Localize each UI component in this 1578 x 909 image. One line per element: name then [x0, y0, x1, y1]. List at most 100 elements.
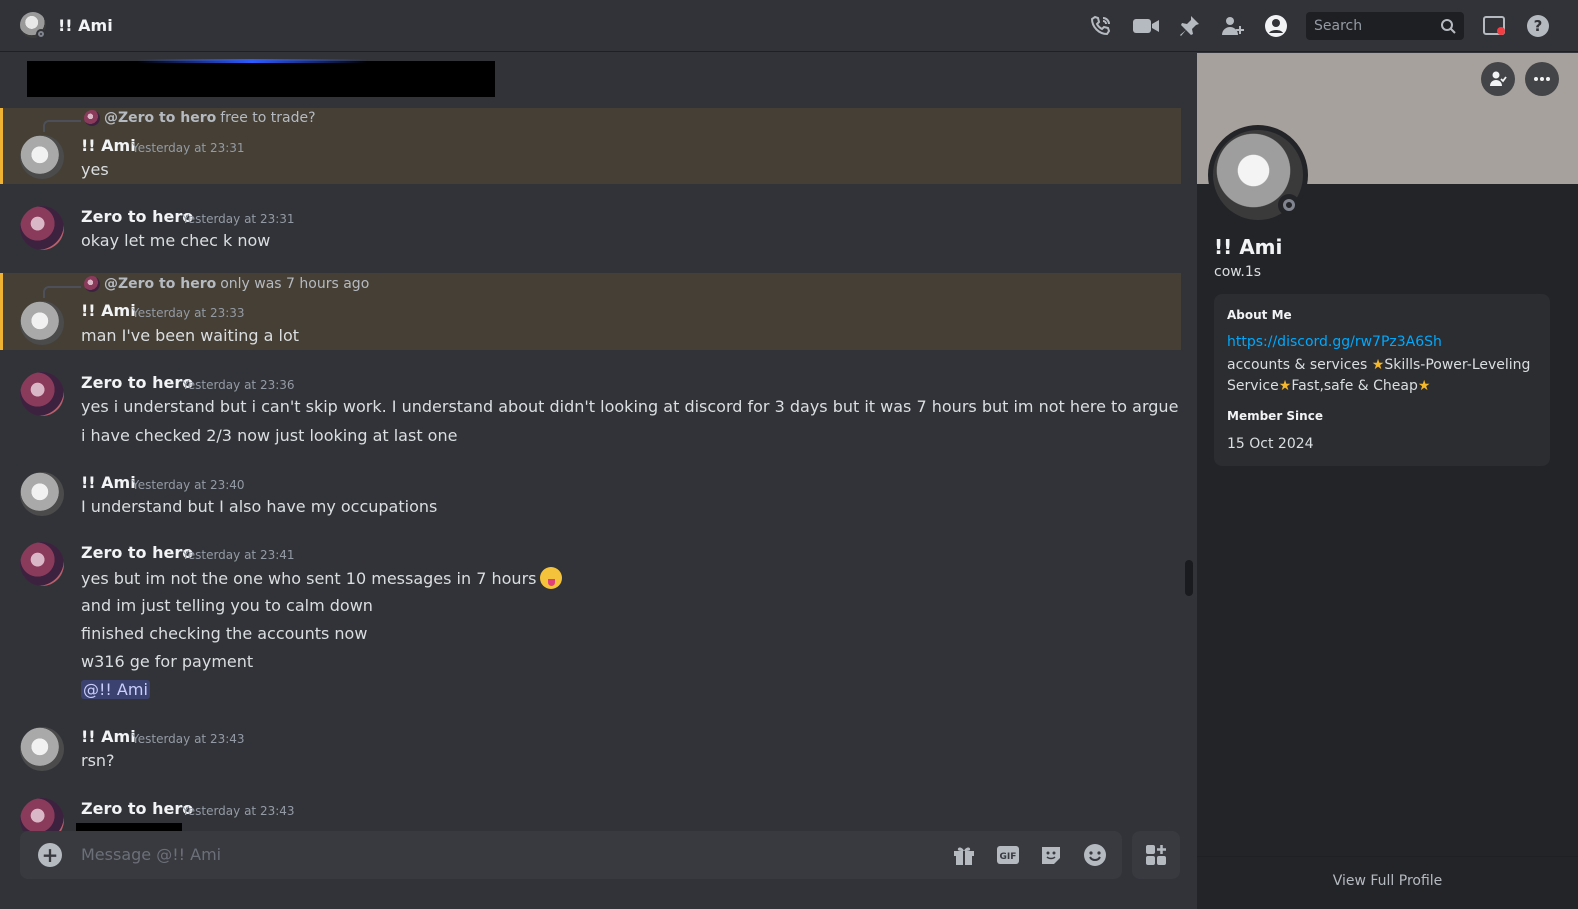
more-options-button[interactable] — [1525, 62, 1559, 96]
reply-text[interactable]: free to trade? — [220, 110, 315, 126]
message-text: yes but im not the one who sent 10 messa… — [81, 567, 563, 589]
message-item[interactable]: !! Ami Yesterday at 23:40 I understand b… — [0, 467, 1181, 527]
message-text: man I've been waiting a lot — [81, 326, 300, 345]
message-author[interactable]: !! Ami — [81, 727, 136, 746]
message-text-body: yes but im not the one who sent 10 messa… — [81, 569, 537, 588]
reply-avatar — [84, 276, 100, 292]
user-mention[interactable]: @!! Ami — [81, 680, 150, 699]
star-icon: ★ — [1278, 378, 1292, 394]
message-timestamp: Yesterday at 23:31 — [132, 141, 245, 155]
member-since-date: 15 Oct 2024 — [1227, 436, 1314, 452]
message-text: @!! Ami — [81, 680, 150, 699]
message-author[interactable]: Zero to hero — [81, 207, 193, 226]
message-timestamp: Yesterday at 23:31 — [182, 212, 295, 226]
message-timestamp: Yesterday at 23:43 — [132, 732, 245, 746]
message-text: w316 ge for payment — [81, 652, 254, 671]
add-icon[interactable]: + — [38, 843, 62, 867]
message-author[interactable]: !! Ami — [81, 136, 136, 155]
about-bio: accounts & services ★Skills-Power-Leveli… — [1227, 355, 1537, 397]
apps-button[interactable] — [1132, 831, 1180, 879]
message-text: yes i understand but i can't skip work. … — [81, 397, 1179, 416]
search-input[interactable]: Search — [1306, 12, 1464, 40]
message-text: i have checked 2/3 now just looking at l… — [81, 426, 458, 445]
offline-status-icon — [1278, 194, 1300, 216]
inbox-icon[interactable] — [1482, 14, 1506, 38]
message-author[interactable]: Zero to hero — [81, 799, 193, 818]
search-placeholder: Search — [1314, 18, 1363, 34]
svg-text:?: ? — [1534, 17, 1543, 35]
divider — [1197, 856, 1578, 857]
apps-icon — [1144, 843, 1168, 867]
message-author[interactable]: !! Ami — [81, 473, 136, 492]
about-card: About Me https://discord.gg/rw7Pz3A6Sh a… — [1214, 294, 1550, 466]
emoji-icon[interactable] — [1083, 843, 1107, 867]
message-item[interactable]: Zero to hero Yesterday at 23:41 yes but … — [0, 537, 1181, 707]
message-text: rsn? — [81, 751, 115, 770]
video-call-icon[interactable] — [1132, 14, 1160, 38]
message-text: and im just telling you to calm down — [81, 596, 373, 615]
user-check-icon — [1490, 71, 1507, 86]
message-input[interactable]: Message @!! Ami — [81, 845, 221, 864]
user-profile-icon[interactable] — [1264, 14, 1288, 38]
message-text: finished checking the accounts now — [81, 624, 368, 643]
avatar[interactable] — [20, 472, 64, 516]
reply-text[interactable]: only was 7 hours ago — [220, 276, 369, 292]
star-icon: ★ — [1371, 357, 1385, 373]
message-timestamp: Yesterday at 23:40 — [132, 478, 245, 492]
bio-text: accounts & services — [1227, 357, 1372, 373]
channel-header: !! Ami Search ? — [0, 0, 1578, 52]
channel-title[interactable]: !! Ami — [58, 16, 113, 35]
avatar[interactable] — [20, 301, 64, 345]
message-text: I understand but I also have my occupati… — [81, 497, 438, 516]
avatar[interactable] — [20, 372, 64, 416]
avatar[interactable] — [20, 135, 64, 179]
profile-display-name: !! Ami — [1214, 235, 1283, 259]
redacted-block — [27, 59, 495, 97]
view-full-profile-button[interactable]: View Full Profile — [1197, 873, 1578, 889]
tongue-emoji-icon[interactable] — [540, 567, 563, 589]
search-icon — [1440, 18, 1456, 38]
about-link[interactable]: https://discord.gg/rw7Pz3A6Sh — [1227, 334, 1442, 350]
reply-author[interactable]: @Zero to hero — [104, 276, 216, 292]
user-profile-panel: !! Ami cow.1s About Me https://discord.g… — [1197, 53, 1578, 909]
message-timestamp: Yesterday at 23:43 — [182, 804, 295, 818]
avatar[interactable] — [20, 206, 64, 250]
friend-action-button[interactable] — [1481, 62, 1515, 96]
message-item[interactable]: @Zero to hero free to trade? !! Ami Yest… — [0, 108, 1181, 184]
message-item[interactable]: Zero to hero Yesterday at 23:31 okay let… — [0, 201, 1181, 261]
message-text: yes — [81, 160, 109, 179]
chat-scrollbar[interactable] — [1185, 560, 1193, 596]
message-author[interactable]: Zero to hero — [81, 373, 193, 392]
message-timestamp: Yesterday at 23:36 — [182, 378, 295, 392]
sticker-icon[interactable] — [1039, 843, 1063, 867]
more-icon — [1534, 77, 1550, 81]
star-icon: ★ — [1417, 378, 1431, 394]
about-me-heading: About Me — [1227, 308, 1292, 322]
message-item[interactable]: @Zero to hero only was 7 hours ago !! Am… — [0, 273, 1181, 350]
gif-icon[interactable]: GIF — [996, 843, 1020, 867]
message-list[interactable]: @Zero to hero free to trade? !! Ami Yest… — [0, 53, 1185, 831]
offline-status-icon — [36, 29, 46, 39]
message-composer[interactable]: + Message @!! Ami GIF — [20, 831, 1122, 879]
message-author[interactable]: !! Ami — [81, 301, 136, 320]
message-item[interactable]: Zero to hero Yesterday at 23:36 yes i un… — [0, 367, 1181, 457]
message-text: okay let me chec k now — [81, 231, 271, 250]
reply-avatar — [84, 110, 100, 126]
gift-icon[interactable] — [952, 843, 976, 867]
avatar[interactable] — [20, 727, 64, 771]
help-icon[interactable]: ? — [1526, 14, 1550, 38]
avatar[interactable] — [20, 798, 64, 831]
bio-text: Fast,safe & Cheap — [1291, 378, 1418, 394]
message-author[interactable]: Zero to hero — [81, 543, 193, 562]
message-item[interactable]: !! Ami Yesterday at 23:43 rsn? — [0, 723, 1181, 783]
add-friend-icon[interactable] — [1221, 14, 1245, 38]
pin-icon[interactable] — [1177, 14, 1201, 38]
message-timestamp: Yesterday at 23:41 — [182, 548, 295, 562]
svg-text:GIF: GIF — [1000, 852, 1017, 862]
message-timestamp: Yesterday at 23:33 — [132, 306, 245, 320]
profile-username[interactable]: cow.1s — [1214, 264, 1261, 280]
reply-author[interactable]: @Zero to hero — [104, 110, 216, 126]
member-since-heading: Member Since — [1227, 409, 1323, 423]
avatar[interactable] — [20, 542, 64, 586]
phone-call-icon[interactable] — [1089, 14, 1113, 38]
